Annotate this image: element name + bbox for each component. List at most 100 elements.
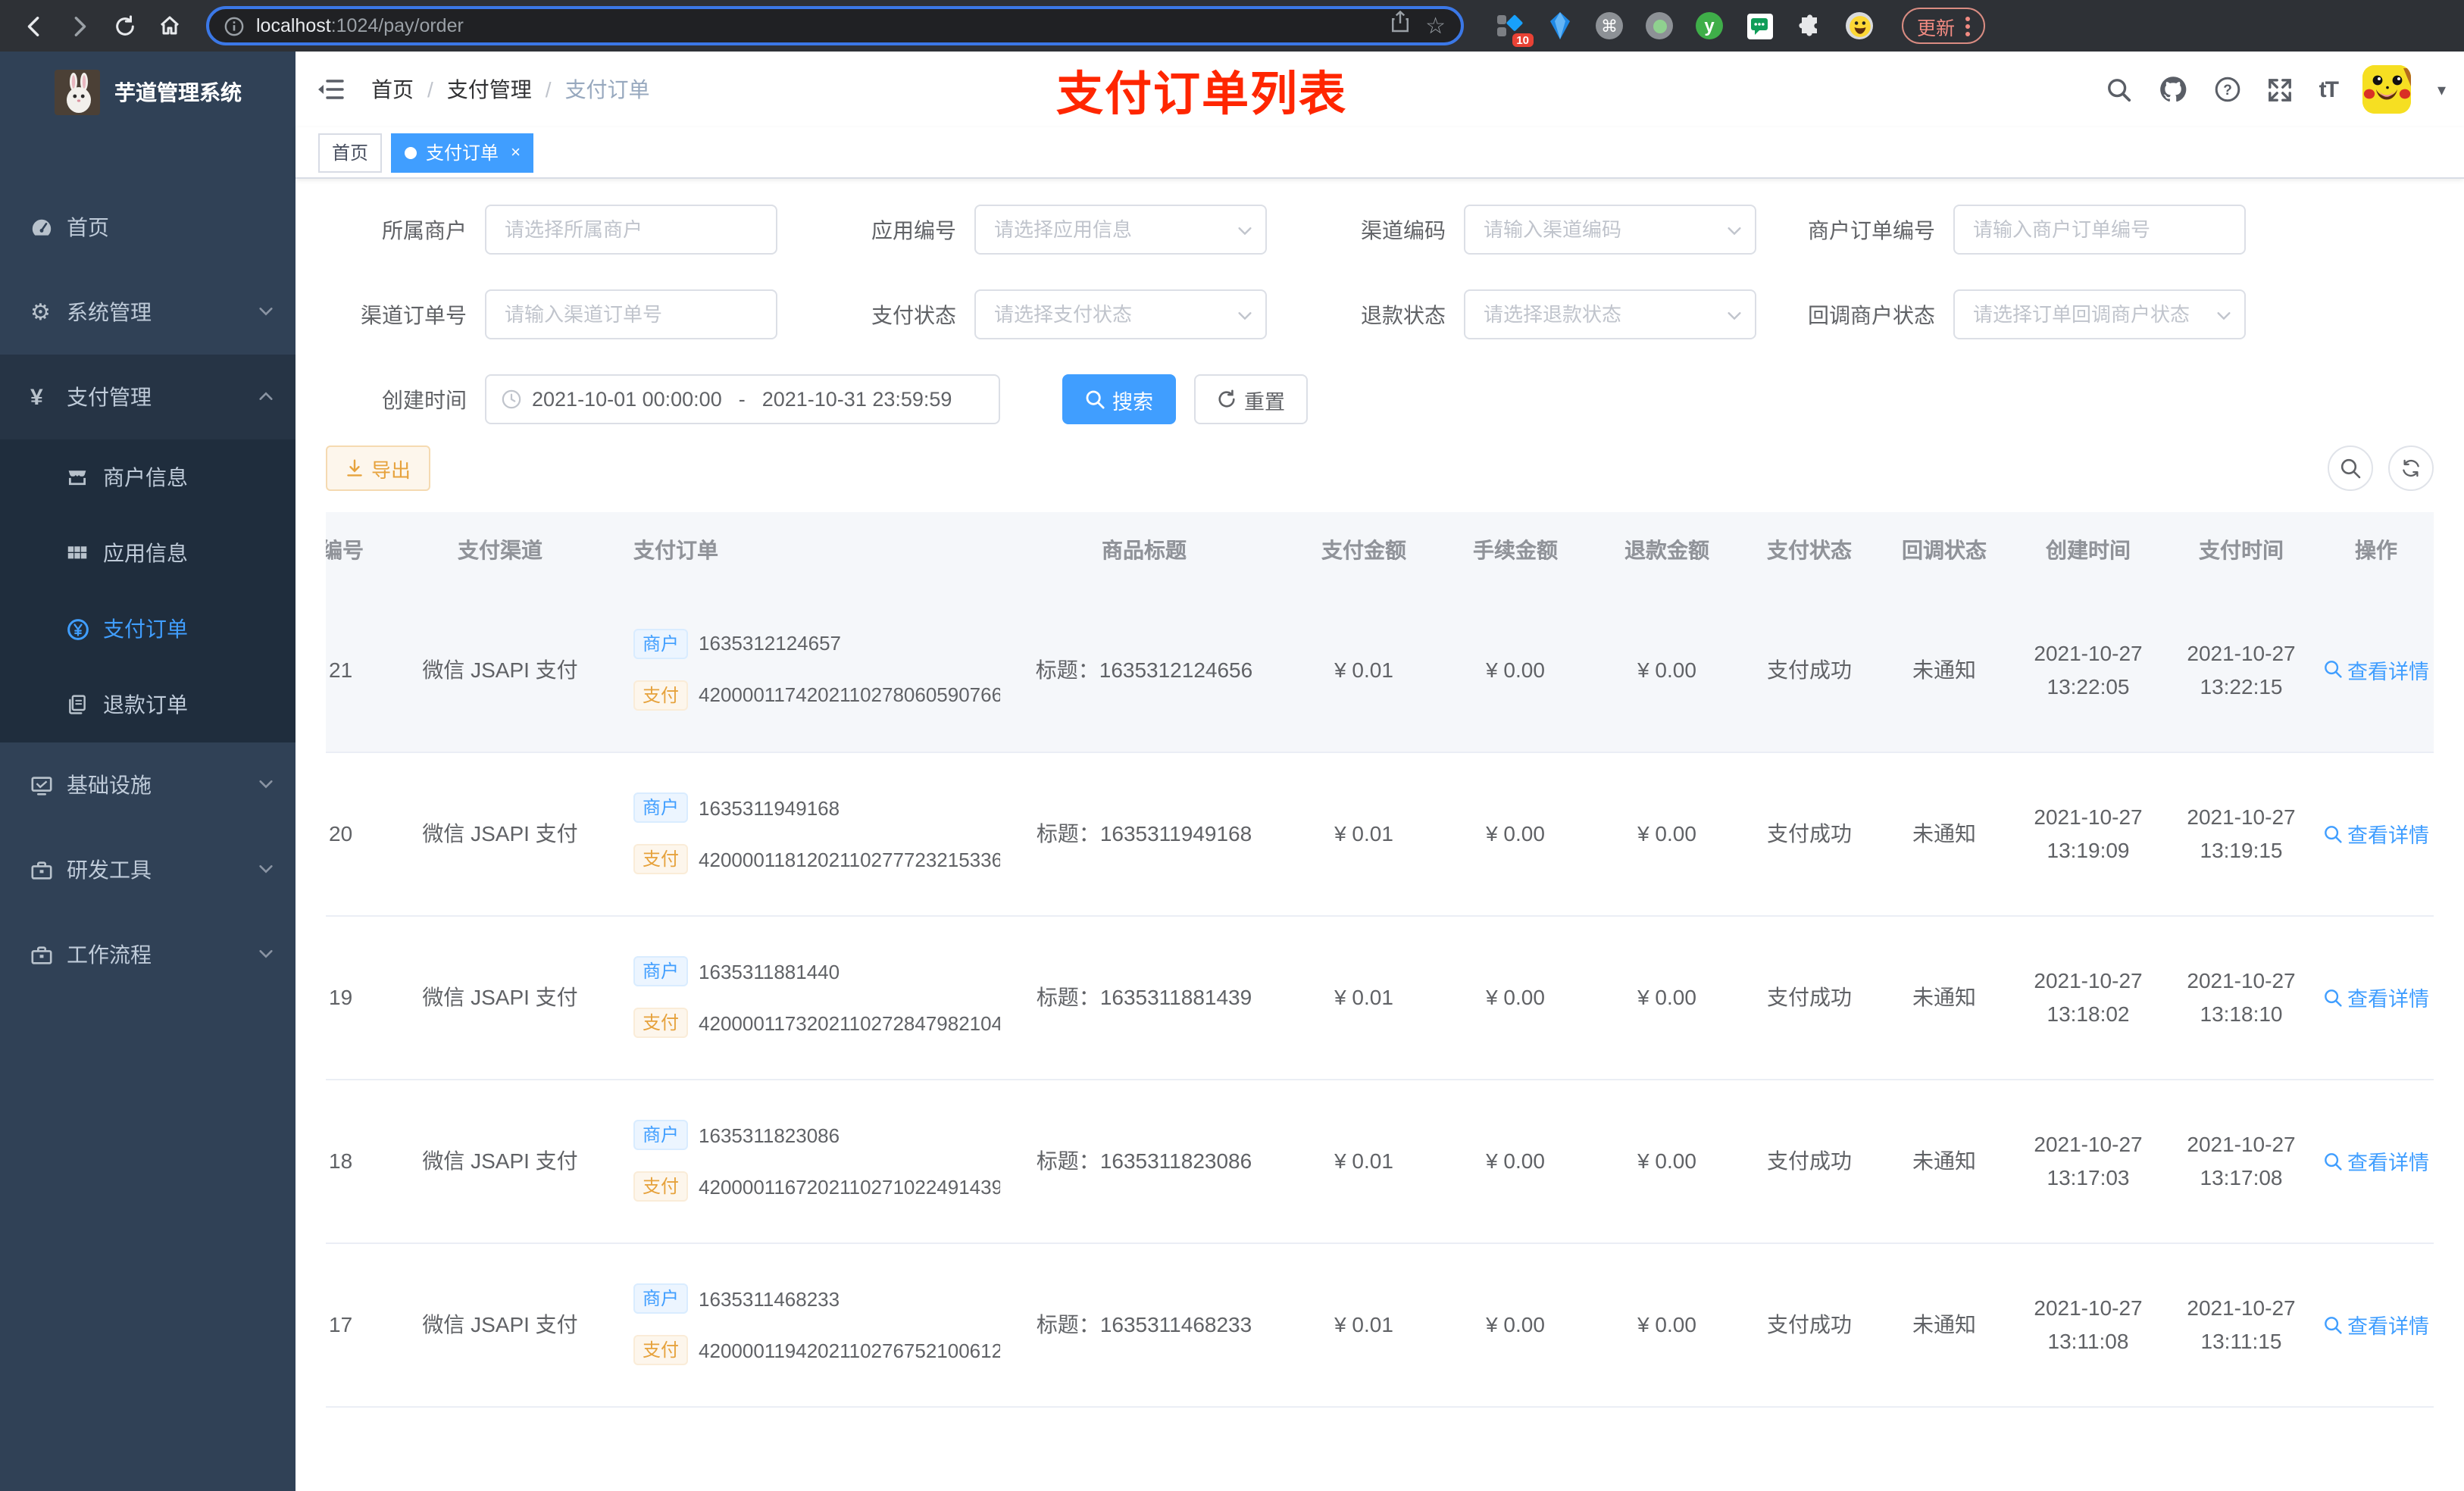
col-title: 商品标题: [1000, 512, 1288, 588]
documents-icon: [67, 694, 103, 715]
product-title: 标题：1635311949168: [1000, 752, 1288, 916]
sidebar-item-payment[interactable]: ¥ 支付管理: [0, 355, 295, 439]
tab-home[interactable]: 首页: [318, 133, 383, 172]
table-row: 20 微信 JSAPI 支付 商户 1635311949168 支付 42000…: [326, 752, 2434, 916]
fee-amount: ¥ 0.00: [1440, 1079, 1591, 1243]
pay-tag: 支付: [633, 1335, 689, 1365]
extension-icons: 10 ⌘ y: [1494, 11, 1875, 47]
close-icon[interactable]: ×: [511, 143, 521, 161]
sidebar-item-pay-order[interactable]: 支付订单: [0, 591, 295, 667]
sidebar-item-devtools[interactable]: 研发工具: [0, 827, 295, 912]
refund-status-select[interactable]: [1464, 289, 1756, 339]
view-detail-link[interactable]: 查看详情: [2323, 1146, 2429, 1176]
search-icon[interactable]: [2107, 77, 2133, 102]
browser-menu-icon[interactable]: [1965, 16, 1971, 36]
extension-chat-icon[interactable]: [1744, 11, 1775, 41]
col-paid: 支付时间: [2164, 512, 2319, 588]
channel-code-input[interactable]: [1464, 205, 1756, 255]
browser-home-button[interactable]: [152, 8, 188, 44]
filter-label: 创建时间: [382, 387, 467, 411]
refund-amount: ¥ 0.00: [1591, 588, 1743, 752]
view-detail-link[interactable]: 查看详情: [2323, 655, 2429, 685]
notify-status-select[interactable]: [1953, 289, 2246, 339]
dashboard-icon: [30, 216, 67, 239]
pay-amount: ¥ 0.01: [1288, 915, 1440, 1080]
app-select-input[interactable]: [974, 205, 1267, 255]
share-icon[interactable]: [1389, 10, 1410, 41]
pay-order-no: 4200001174202110278060590766: [699, 683, 1000, 707]
filter-label: 退款状态: [1361, 302, 1446, 327]
fullscreen-icon[interactable]: [2268, 77, 2294, 102]
browser-update-button[interactable]: 更新: [1902, 8, 1986, 44]
channel-order-no-input[interactable]: [485, 289, 777, 339]
pay-order-no: 4200001181202110277723215336: [699, 848, 1000, 871]
sidebar-item-label: 商户信息: [103, 465, 188, 489]
address-bar[interactable]: localhost:1024/pay/order ☆: [206, 6, 1464, 45]
page-title-annotation: 支付订单列表: [1056, 67, 1347, 120]
extension-y-icon[interactable]: y: [1694, 11, 1724, 41]
github-icon[interactable]: [2159, 74, 2189, 105]
sidebar-item-label: 支付订单: [103, 617, 188, 641]
extension-gem-icon[interactable]: [1544, 11, 1574, 41]
view-detail-link[interactable]: 查看详情: [2323, 982, 2429, 1012]
toggle-search-button[interactable]: [2328, 445, 2373, 491]
sidebar-item-home[interactable]: 首页: [0, 185, 295, 270]
filter-label: 应用编号: [871, 217, 956, 242]
profile-avatar-icon[interactable]: [1844, 11, 1875, 41]
col-created: 创建时间: [2012, 512, 2164, 588]
extension-diamond-icon[interactable]: 10: [1494, 11, 1534, 47]
merchant-tag: 商户: [633, 1283, 689, 1314]
sidebar-item-workflow[interactable]: 工作流程: [0, 912, 295, 997]
pay-channel: 微信 JSAPI 支付: [379, 752, 621, 916]
created-time-range-input[interactable]: 2021-10-01 00:00:00 - 2021-10-31 23:59:5…: [485, 374, 1000, 424]
breadcrumb-pay[interactable]: 支付管理: [447, 74, 532, 105]
avatar-caret-icon[interactable]: ▾: [2437, 80, 2446, 99]
refresh-button[interactable]: [2388, 445, 2434, 491]
extension-record-icon[interactable]: [1644, 11, 1674, 41]
pay-amount: ¥ 0.01: [1288, 1242, 1440, 1407]
sidebar-toggle-button[interactable]: [314, 73, 347, 106]
col-amount: 支付金额: [1288, 512, 1440, 588]
fee-amount: ¥ 0.00: [1440, 588, 1591, 752]
browser-reload-button[interactable]: [106, 8, 142, 44]
tab-pay-order[interactable]: 支付订单 ×: [391, 133, 534, 172]
sidebar-item-application-info[interactable]: 应用信息: [0, 515, 295, 591]
tags-view: 首页 支付订单 ×: [295, 127, 2464, 179]
help-icon[interactable]: ?: [2215, 76, 2242, 103]
pay-status-select[interactable]: [974, 289, 1267, 339]
breadcrumb-current: 支付订单: [564, 77, 650, 102]
app-logo[interactable]: 芋道管理系统: [0, 52, 295, 133]
table-row: 18 微信 JSAPI 支付 商户 1635311823086 支付 42000…: [326, 1079, 2434, 1243]
site-info-icon[interactable]: [224, 16, 244, 36]
pay-tag: 支付: [633, 844, 689, 874]
browser-back-button[interactable]: [15, 8, 52, 44]
merchant-select-input[interactable]: [485, 205, 777, 255]
search-button[interactable]: 搜索: [1062, 374, 1176, 424]
export-button[interactable]: 导出: [326, 445, 431, 491]
view-detail-link[interactable]: 查看详情: [2323, 818, 2429, 849]
notify-status: 未通知: [1876, 752, 2012, 916]
font-size-icon[interactable]: tT: [2319, 77, 2339, 102]
col-fee: 手续金额: [1440, 512, 1591, 588]
yen-circle-icon: [67, 617, 103, 640]
reset-button[interactable]: 重置: [1194, 374, 1308, 424]
extensions-puzzle-icon[interactable]: [1794, 11, 1825, 41]
pay-tag: 支付: [633, 1171, 689, 1202]
merchant-order-no-input[interactable]: [1953, 205, 2246, 255]
bookmark-star-icon[interactable]: ☆: [1425, 12, 1446, 39]
browser-forward-button[interactable]: [61, 8, 97, 44]
sidebar-item-label: 首页: [67, 215, 109, 239]
pay-tag: 支付: [633, 680, 689, 711]
view-detail-link[interactable]: 查看详情: [2323, 1309, 2429, 1339]
extension-command-icon[interactable]: ⌘: [1594, 11, 1624, 41]
sidebar-item-infrastructure[interactable]: 基础设施: [0, 742, 295, 827]
url-text: localhost:1024/pay/order: [256, 15, 464, 36]
sidebar-item-refund-order[interactable]: 退款订单: [0, 667, 295, 742]
breadcrumb-home[interactable]: 首页: [371, 74, 414, 105]
user-avatar[interactable]: [2362, 65, 2412, 114]
sidebar-item-merchant-info[interactable]: 商户信息: [0, 439, 295, 515]
pay-channel: 微信 JSAPI 支付: [379, 588, 621, 752]
sidebar-item-system[interactable]: ⚙ 系统管理: [0, 270, 295, 355]
pay-amount: ¥ 0.01: [1288, 752, 1440, 916]
chevron-down-icon: [258, 942, 274, 967]
